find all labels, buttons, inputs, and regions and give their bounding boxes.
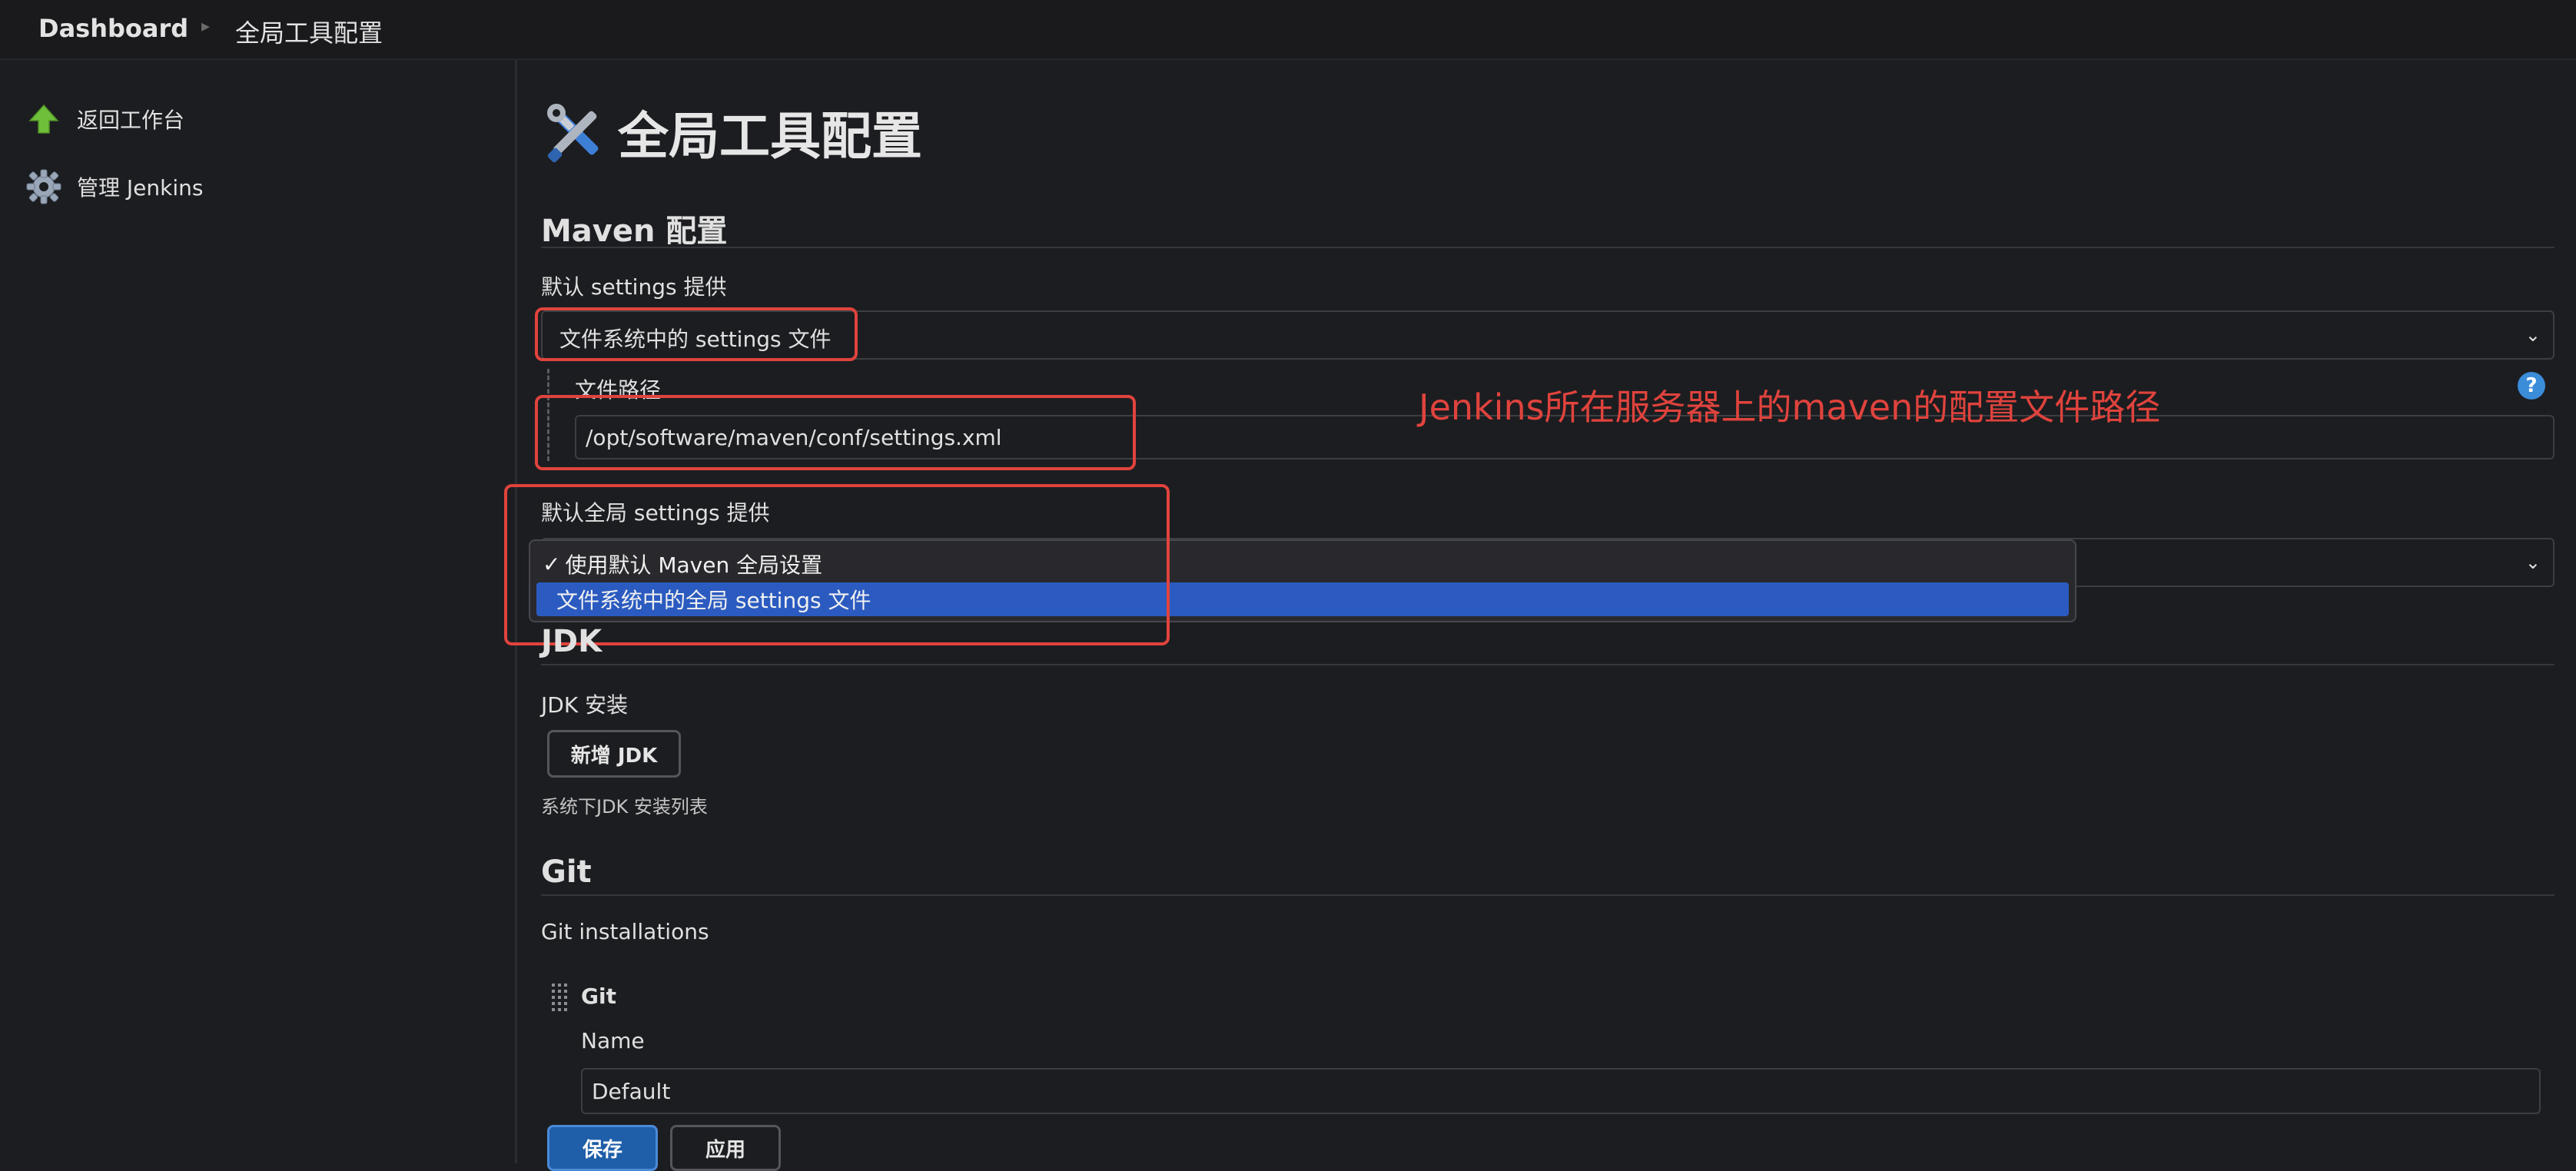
git-section-heading: Git xyxy=(541,854,592,890)
page-title: 全局工具配置 xyxy=(543,95,922,169)
git-name-input[interactable]: Default xyxy=(581,1068,2541,1114)
save-button[interactable]: 保存 xyxy=(547,1125,658,1171)
git-name-label: Name xyxy=(581,1028,645,1053)
chevron-down-icon: ⌄ xyxy=(2525,324,2541,346)
annotation-box-settings-select xyxy=(535,307,858,361)
section-divider xyxy=(541,664,2554,665)
page-title-text: 全局工具配置 xyxy=(618,107,922,166)
add-jdk-button[interactable]: 新增 JDK xyxy=(547,730,681,778)
help-icon[interactable]: ? xyxy=(2518,372,2545,400)
annotation-text: Jenkins所在服务器上的maven的配置文件路径 xyxy=(1419,386,2161,428)
maven-section-heading: Maven 配置 xyxy=(541,214,728,249)
chevron-down-icon: ⌄ xyxy=(2525,552,2541,573)
breadcrumb-separator-icon: ▸ xyxy=(201,17,211,36)
sidebar-item-label: 返回工作台 xyxy=(77,108,185,133)
up-arrow-icon xyxy=(25,100,63,138)
section-divider xyxy=(541,894,2554,896)
sidebar-item-back-to-dashboard[interactable]: 返回工作台 xyxy=(25,92,184,146)
git-name-value: Default xyxy=(592,1078,671,1104)
annotation-box-global-settings xyxy=(504,484,1170,645)
tools-icon xyxy=(543,99,609,165)
sidebar-item-manage-jenkins[interactable]: 管理 Jenkins xyxy=(25,160,203,214)
sidebar-item-label: 管理 Jenkins xyxy=(77,175,204,201)
jdk-section-heading: JDK xyxy=(541,624,603,659)
apply-button[interactable]: 应用 xyxy=(670,1125,781,1171)
breadcrumb-dashboard-link[interactable]: Dashboard xyxy=(38,14,188,43)
annotation-box-file-path xyxy=(535,395,1136,470)
jdk-install-label: JDK 安装 xyxy=(541,692,629,718)
git-installations-label: Git installations xyxy=(541,919,709,944)
sidebar xyxy=(0,60,517,1163)
top-bar xyxy=(0,0,2576,60)
drag-handle-icon[interactable] xyxy=(550,982,569,1013)
breadcrumb-current-page: 全局工具配置 xyxy=(235,18,383,48)
gear-icon xyxy=(25,168,63,206)
maven-settings-label: 默认 settings 提供 xyxy=(541,274,727,300)
section-divider xyxy=(541,247,2554,248)
git-item-title: Git xyxy=(581,984,616,1009)
jdk-hint-text: 系统下JDK 安装列表 xyxy=(541,796,708,818)
